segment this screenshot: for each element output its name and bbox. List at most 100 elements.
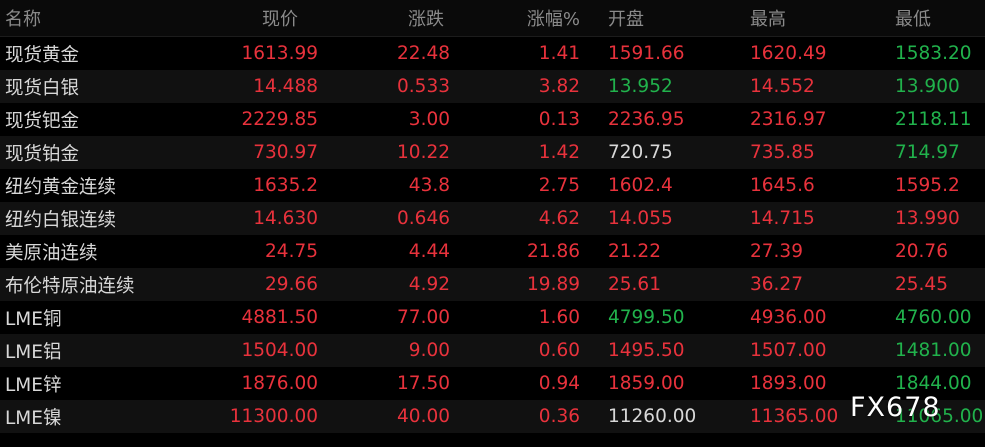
cell-low: 13.900 bbox=[895, 76, 960, 97]
cell-change: 40.00 bbox=[397, 406, 450, 427]
cell-name: 布伦特原油连续 bbox=[5, 275, 135, 297]
cell-change-pct: 0.60 bbox=[538, 340, 580, 361]
cell-change-pct: 0.36 bbox=[538, 406, 580, 427]
table-row[interactable]: 纽约白银连续 14.630 0.646 4.62 14.055 14.715 13.990 bbox=[0, 202, 985, 235]
cell-price: 14.488 bbox=[253, 76, 318, 97]
cell-open: 2236.95 bbox=[608, 109, 685, 130]
cell-change-pct: 21.86 bbox=[527, 241, 580, 262]
cell-low: 1595.2 bbox=[895, 175, 960, 196]
cell-high: 36.27 bbox=[750, 274, 803, 295]
cell-open: 21.22 bbox=[608, 241, 661, 262]
cell-price: 11300.00 bbox=[229, 406, 318, 427]
header-name[interactable]: 名称 bbox=[5, 0, 41, 36]
table-body: 现货黄金 1613.99 22.48 1.41 1591.66 1620.49 1583.2… bbox=[0, 37, 985, 433]
cell-change: 9.00 bbox=[408, 340, 450, 361]
cell-high: 4936.00 bbox=[750, 307, 827, 328]
cell-price: 14.630 bbox=[253, 208, 318, 229]
cell-change: 4.92 bbox=[408, 274, 450, 295]
cell-name: 现货黄金 bbox=[5, 44, 80, 66]
cell-high: 1893.00 bbox=[750, 373, 827, 394]
cell-change-pct: 3.82 bbox=[538, 76, 580, 97]
cell-price: 2229.85 bbox=[241, 109, 318, 130]
header-high[interactable]: 最高 bbox=[750, 0, 786, 36]
cell-high: 1620.49 bbox=[750, 43, 827, 64]
cell-change-pct: 2.75 bbox=[538, 175, 580, 196]
cell-name: 纽约白银连续 bbox=[5, 209, 117, 231]
table-row[interactable]: 现货黄金 1613.99 22.48 1.41 1591.66 1620.49 1583.2… bbox=[0, 37, 985, 70]
table-row[interactable]: 美原油连续 24.75 4.44 21.86 21.22 27.39 20.76 bbox=[0, 235, 985, 268]
cell-change: 4.44 bbox=[408, 241, 450, 262]
cell-name: LME铜 bbox=[5, 308, 62, 330]
cell-high: 735.85 bbox=[750, 142, 815, 163]
cell-change-pct: 1.42 bbox=[538, 142, 580, 163]
cell-price: 24.75 bbox=[265, 241, 318, 262]
cell-change: 3.00 bbox=[408, 109, 450, 130]
cell-high: 2316.97 bbox=[750, 109, 827, 130]
cell-high: 14.552 bbox=[750, 76, 815, 97]
cell-change-pct: 19.89 bbox=[527, 274, 580, 295]
cell-low: 4760.00 bbox=[895, 307, 972, 328]
cell-change: 43.8 bbox=[408, 175, 450, 196]
cell-open: 720.75 bbox=[608, 142, 673, 163]
table-row[interactable]: LME铝 1504.00 9.00 0.60 1495.50 1507.00 1481.00 bbox=[0, 334, 985, 367]
cell-price: 730.97 bbox=[253, 142, 318, 163]
table-row[interactable]: LME镍 11300.00 40.00 0.36 11260.00 11365.00 110… bbox=[0, 400, 985, 433]
cell-change-pct: 1.60 bbox=[538, 307, 580, 328]
cell-change: 17.50 bbox=[397, 373, 450, 394]
fx678-watermark-logo: FX678 bbox=[850, 392, 941, 423]
cell-open: 11260.00 bbox=[608, 406, 697, 427]
cell-change-pct: 0.94 bbox=[538, 373, 580, 394]
cell-high: 1645.6 bbox=[750, 175, 815, 196]
cell-change-pct: 4.62 bbox=[538, 208, 580, 229]
header-price[interactable]: 现价 bbox=[180, 0, 298, 36]
cell-name: 纽约黄金连续 bbox=[5, 176, 117, 198]
cell-low: 714.97 bbox=[895, 142, 960, 163]
cell-price: 1876.00 bbox=[241, 373, 318, 394]
header-open[interactable]: 开盘 bbox=[608, 0, 644, 36]
cell-open: 14.055 bbox=[608, 208, 673, 229]
cell-low: 25.45 bbox=[895, 274, 948, 295]
cell-low: 20.76 bbox=[895, 241, 948, 262]
cell-change: 10.22 bbox=[397, 142, 450, 163]
cell-name: 现货钯金 bbox=[5, 110, 80, 132]
header-low[interactable]: 最低 bbox=[895, 0, 931, 36]
cell-open: 13.952 bbox=[608, 76, 673, 97]
header-change[interactable]: 涨跌 bbox=[330, 0, 444, 36]
header-change-pct[interactable]: 涨幅% bbox=[470, 0, 580, 36]
table-row[interactable]: 纽约黄金连续 1635.2 43.8 2.75 1602.4 1645.6 1595.2 bbox=[0, 169, 985, 202]
cell-name: 现货白银 bbox=[5, 77, 80, 99]
cell-open: 1859.00 bbox=[608, 373, 685, 394]
cell-price: 1635.2 bbox=[253, 175, 318, 196]
cell-price: 1504.00 bbox=[241, 340, 318, 361]
cell-open: 25.61 bbox=[608, 274, 661, 295]
cell-change: 0.533 bbox=[397, 76, 450, 97]
cell-price: 29.66 bbox=[265, 274, 318, 295]
table-row[interactable]: LME铜 4881.50 77.00 1.60 4799.50 4936.00 4760.0… bbox=[0, 301, 985, 334]
table-row[interactable]: 布伦特原油连续 29.66 4.92 19.89 25.61 36.27 25.45 bbox=[0, 268, 985, 301]
quote-table: 名称 现价 涨跌 涨幅% 开盘 最高 最低 现货黄金 1613.99 22.48 1.… bbox=[0, 0, 985, 433]
table-row[interactable]: LME锌 1876.00 17.50 0.94 1859.00 1893.00 1844.0… bbox=[0, 367, 985, 400]
cell-name: LME铝 bbox=[5, 341, 62, 363]
table-row[interactable]: 现货白银 14.488 0.533 3.82 13.952 14.552 13.900 bbox=[0, 70, 985, 103]
cell-low: 13.990 bbox=[895, 208, 960, 229]
cell-change: 0.646 bbox=[397, 208, 450, 229]
cell-price: 1613.99 bbox=[241, 43, 318, 64]
cell-open: 1495.50 bbox=[608, 340, 685, 361]
cell-low: 1481.00 bbox=[895, 340, 972, 361]
cell-high: 1507.00 bbox=[750, 340, 827, 361]
cell-name: 美原油连续 bbox=[5, 242, 98, 264]
cell-name: LME锌 bbox=[5, 374, 62, 396]
cell-change-pct: 0.13 bbox=[538, 109, 580, 130]
table-header: 名称 现价 涨跌 涨幅% 开盘 最高 最低 bbox=[0, 0, 985, 37]
table-row[interactable]: 现货钯金 2229.85 3.00 0.13 2236.95 2316.97 2118.11 bbox=[0, 103, 985, 136]
cell-high: 27.39 bbox=[750, 241, 803, 262]
cell-price: 4881.50 bbox=[241, 307, 318, 328]
cell-low: 1583.20 bbox=[895, 43, 972, 64]
cell-high: 11365.00 bbox=[750, 406, 839, 427]
cell-change-pct: 1.41 bbox=[538, 43, 580, 64]
cell-change: 22.48 bbox=[397, 43, 450, 64]
cell-high: 14.715 bbox=[750, 208, 815, 229]
cell-open: 4799.50 bbox=[608, 307, 685, 328]
cell-open: 1602.4 bbox=[608, 175, 673, 196]
table-row[interactable]: 现货铂金 730.97 10.22 1.42 720.75 735.85 714.97 bbox=[0, 136, 985, 169]
